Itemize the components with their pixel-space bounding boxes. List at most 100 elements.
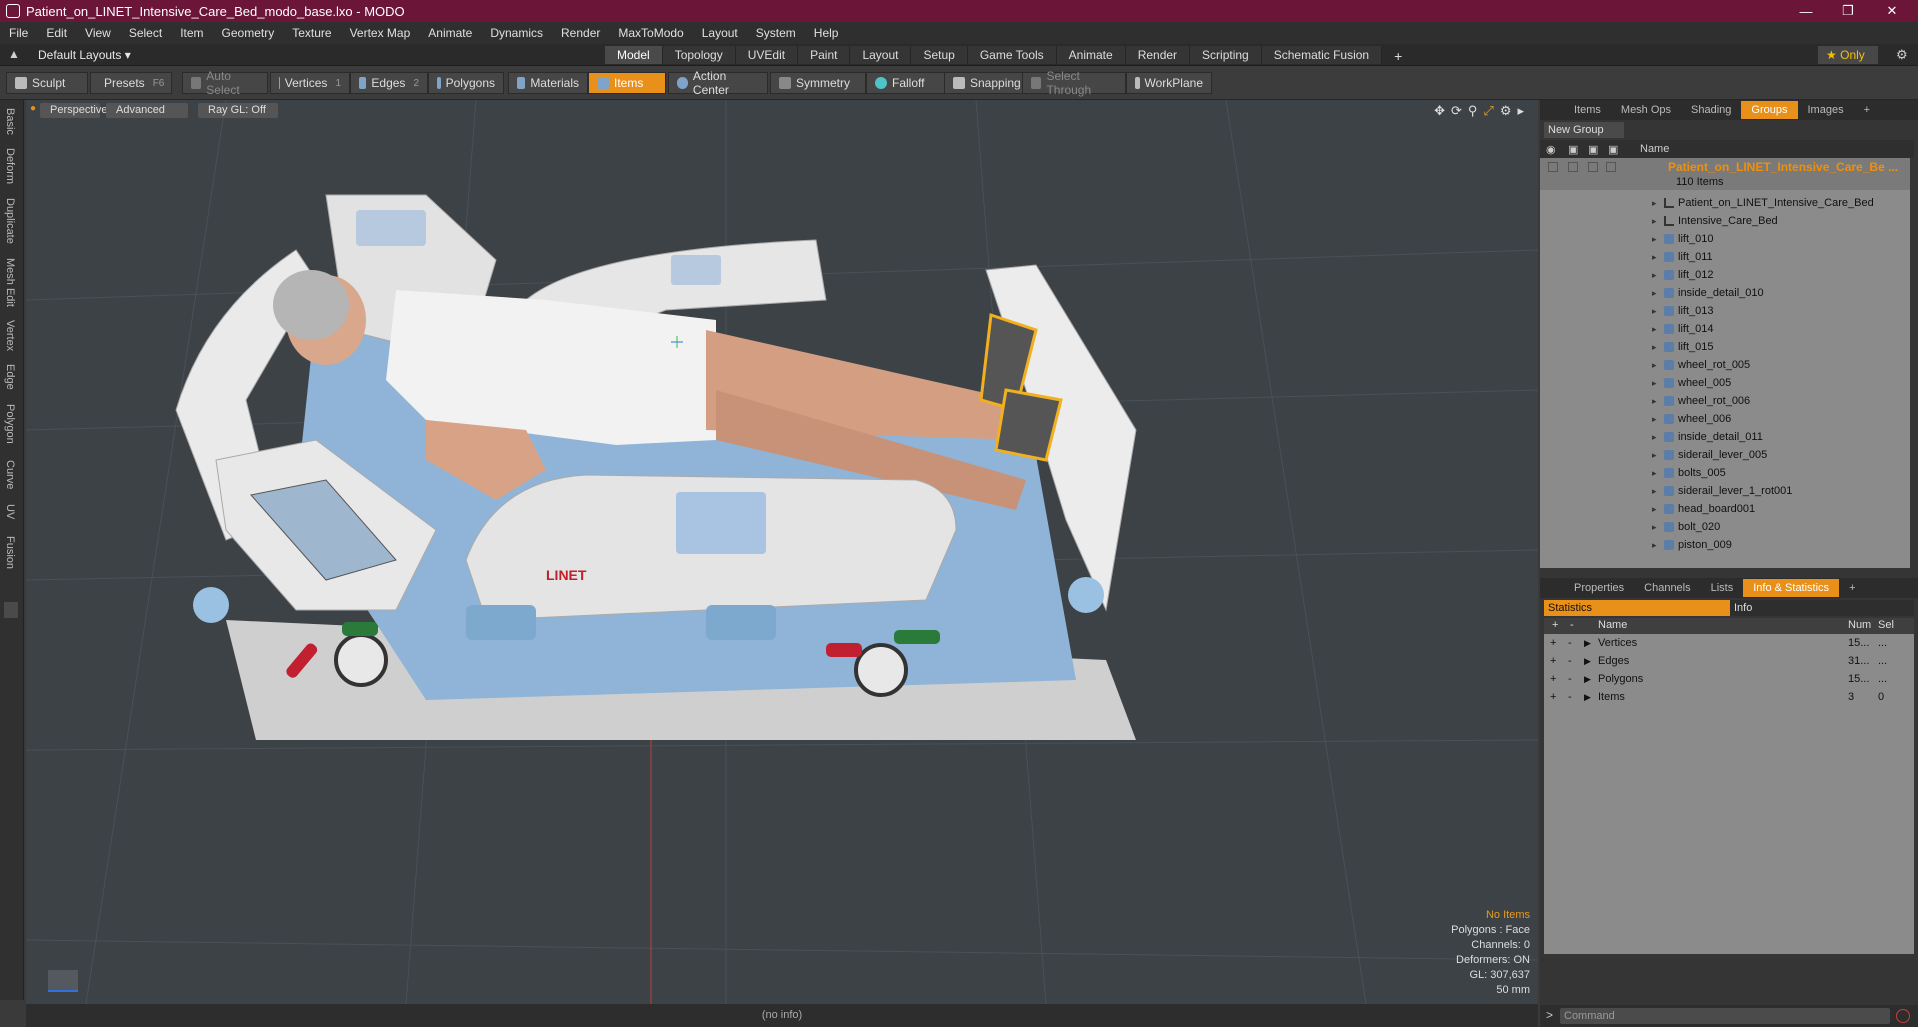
tab-game-tools[interactable]: Game Tools [967, 46, 1057, 64]
list-item[interactable]: ▸ head_board001 [1540, 500, 1910, 518]
menu-animate[interactable]: Animate [419, 26, 481, 40]
list-item[interactable]: ▸ wheel_006 [1540, 410, 1910, 428]
list-item[interactable]: ▸ Intensive_Care_Bed [1540, 212, 1910, 230]
group-select-toggle[interactable] [1606, 162, 1616, 172]
layout-dropdown[interactable]: Default Layouts ▾ [38, 48, 131, 62]
group-eye-toggle[interactable] [1548, 162, 1558, 172]
materials-button[interactable]: Materials [508, 72, 588, 94]
list-item[interactable]: ▸ wheel_rot_006 [1540, 392, 1910, 410]
list-item[interactable]: ▸ lift_012 [1540, 266, 1910, 284]
collapse-icon[interactable]: ▲ [8, 47, 20, 61]
lefttab-deform[interactable]: Deform [4, 148, 16, 184]
menu-geometry[interactable]: Geometry [213, 26, 284, 40]
expand-icon[interactable]: ▸ [1652, 338, 1657, 356]
group-render-toggle[interactable] [1588, 162, 1598, 172]
menu-texture[interactable]: Texture [283, 26, 340, 40]
table-row[interactable]: + - ▶ Items 3 0 [1544, 688, 1914, 706]
advanced-button[interactable]: Advanced [106, 103, 188, 118]
expand-icon[interactable]: ▸ [1652, 266, 1657, 284]
tab-layout[interactable]: Layout [850, 46, 912, 64]
edges-button[interactable]: Edges 2 [350, 72, 428, 94]
command-input[interactable]: Command [1560, 1008, 1890, 1024]
menu-system[interactable]: System [747, 26, 805, 40]
table-row[interactable]: + - ▶ Edges 31...... [1544, 652, 1914, 670]
expand-icon[interactable]: ▸ [1652, 356, 1657, 374]
info-tab[interactable]: Info [1730, 600, 1914, 616]
expand-icon[interactable]: ▶ [1584, 688, 1591, 706]
eye-icon[interactable]: ◉ [1546, 143, 1556, 156]
action-center-button[interactable]: Action Center [668, 69, 768, 97]
list-item[interactable]: ▸ bolt_020 [1540, 518, 1910, 536]
expand-icon[interactable]: ▶ [1584, 652, 1591, 670]
items-button[interactable]: Items [588, 72, 666, 94]
falloff-button[interactable]: Falloff [866, 72, 952, 94]
table-row[interactable]: + - ▶ Polygons 15...... [1544, 670, 1914, 688]
3d-viewport[interactable]: LINET ● Perspective Advanced Ray GL: Off… [26, 100, 1538, 1004]
tab-lists[interactable]: Lists [1701, 579, 1744, 597]
tab-info-statistics[interactable]: Info & Statistics [1743, 579, 1840, 597]
menu-layout[interactable]: Layout [693, 26, 747, 40]
lefttab-fusion[interactable]: Fusion [4, 536, 16, 569]
polygons-button[interactable]: Polygons [428, 72, 504, 94]
render-icon[interactable]: ▣ [1588, 143, 1598, 156]
select-icon[interactable]: ▣ [1608, 143, 1618, 156]
viewport-more-icon[interactable]: ▸ [1517, 103, 1524, 119]
lefttab-polygon[interactable]: Polygon [4, 404, 16, 444]
tab-channels[interactable]: Channels [1634, 579, 1700, 597]
list-item[interactable]: ▸ wheel_rot_005 [1540, 356, 1910, 374]
sculpt-button[interactable]: Sculpt [6, 72, 88, 94]
expand-icon[interactable]: ▸ [1652, 212, 1657, 230]
lefttab-vertex[interactable]: Vertex [4, 320, 16, 351]
expand-icon[interactable]: ▸ [1652, 302, 1657, 320]
expand-icon[interactable]: ▸ [1652, 320, 1657, 338]
table-row[interactable]: + - ▶ Vertices 15...... [1544, 634, 1914, 652]
minimize-icon[interactable]: — [1786, 0, 1826, 22]
tab-paint[interactable]: Paint [798, 46, 851, 64]
new-group-button[interactable]: New Group [1544, 122, 1624, 138]
expand-icon[interactable]: ▸ [1652, 482, 1657, 500]
close-icon[interactable]: ✕ [1872, 0, 1912, 22]
menu-dynamics[interactable]: Dynamics [481, 26, 552, 40]
move-icon[interactable]: ✥ [1434, 103, 1445, 119]
presets-button[interactable]: Presets F6 [90, 72, 172, 94]
panel-toggle-icon[interactable] [4, 602, 18, 618]
snapping-button[interactable]: Snapping [944, 72, 1032, 94]
viewport-menu-icon[interactable]: ● [30, 103, 36, 114]
raygl-button[interactable]: Ray GL: Off [198, 103, 278, 118]
add-info-tab-icon[interactable]: + [1839, 579, 1865, 597]
expand-icon[interactable]: ▸ [1652, 374, 1657, 392]
list-item[interactable]: ▸ wheel_005 [1540, 374, 1910, 392]
menu-render[interactable]: Render [552, 26, 609, 40]
viewport-gear-icon[interactable]: ⚙ [1500, 103, 1512, 119]
expand-icon[interactable]: ▶ [1584, 634, 1591, 652]
select-through-button[interactable]: Select Through [1022, 69, 1126, 97]
lefttab-curve[interactable]: Curve [4, 460, 16, 489]
tab-setup[interactable]: Setup [911, 46, 968, 64]
tab-properties[interactable]: Properties [1564, 579, 1634, 597]
list-item[interactable]: ▸ piston_009 [1540, 536, 1910, 554]
tab-items[interactable]: Items [1564, 101, 1611, 119]
tab-topology[interactable]: Topology [662, 46, 736, 64]
menu-select[interactable]: Select [120, 26, 171, 40]
expand-icon[interactable]: ▸ [1652, 446, 1657, 464]
rotate-icon[interactable]: ⟳ [1451, 103, 1462, 119]
menu-view[interactable]: View [76, 26, 120, 40]
gear-icon[interactable]: ⚙ [1896, 47, 1908, 63]
tab-groups[interactable]: Groups [1741, 101, 1798, 119]
tab-schematic-fusion[interactable]: Schematic Fusion [1261, 46, 1383, 64]
fit-icon[interactable]: ⤢ [1483, 103, 1493, 119]
expand-icon[interactable]: ▸ [1652, 230, 1657, 248]
list-item[interactable]: ▸ inside_detail_010 [1540, 284, 1910, 302]
list-item[interactable]: ▸ lift_014 [1540, 320, 1910, 338]
menu-maxtomodo[interactable]: MaxToModo [609, 26, 692, 40]
tab-model[interactable]: Model [605, 46, 663, 64]
only-button[interactable]: ★ Only [1818, 46, 1878, 64]
group-entry[interactable]: Patient_on_LINET_Intensive_Care_Be ... 1… [1540, 158, 1910, 190]
list-item[interactable]: ▸ siderail_lever_1_rot001 [1540, 482, 1910, 500]
menu-item[interactable]: Item [171, 26, 212, 40]
symmetry-button[interactable]: Symmetry [770, 72, 866, 94]
expand-icon[interactable]: ▸ [1652, 248, 1657, 266]
tab-shading[interactable]: Shading [1681, 101, 1741, 119]
statistics-tab[interactable]: Statistics [1544, 600, 1730, 616]
lefttab-basic[interactable]: Basic [4, 108, 16, 135]
